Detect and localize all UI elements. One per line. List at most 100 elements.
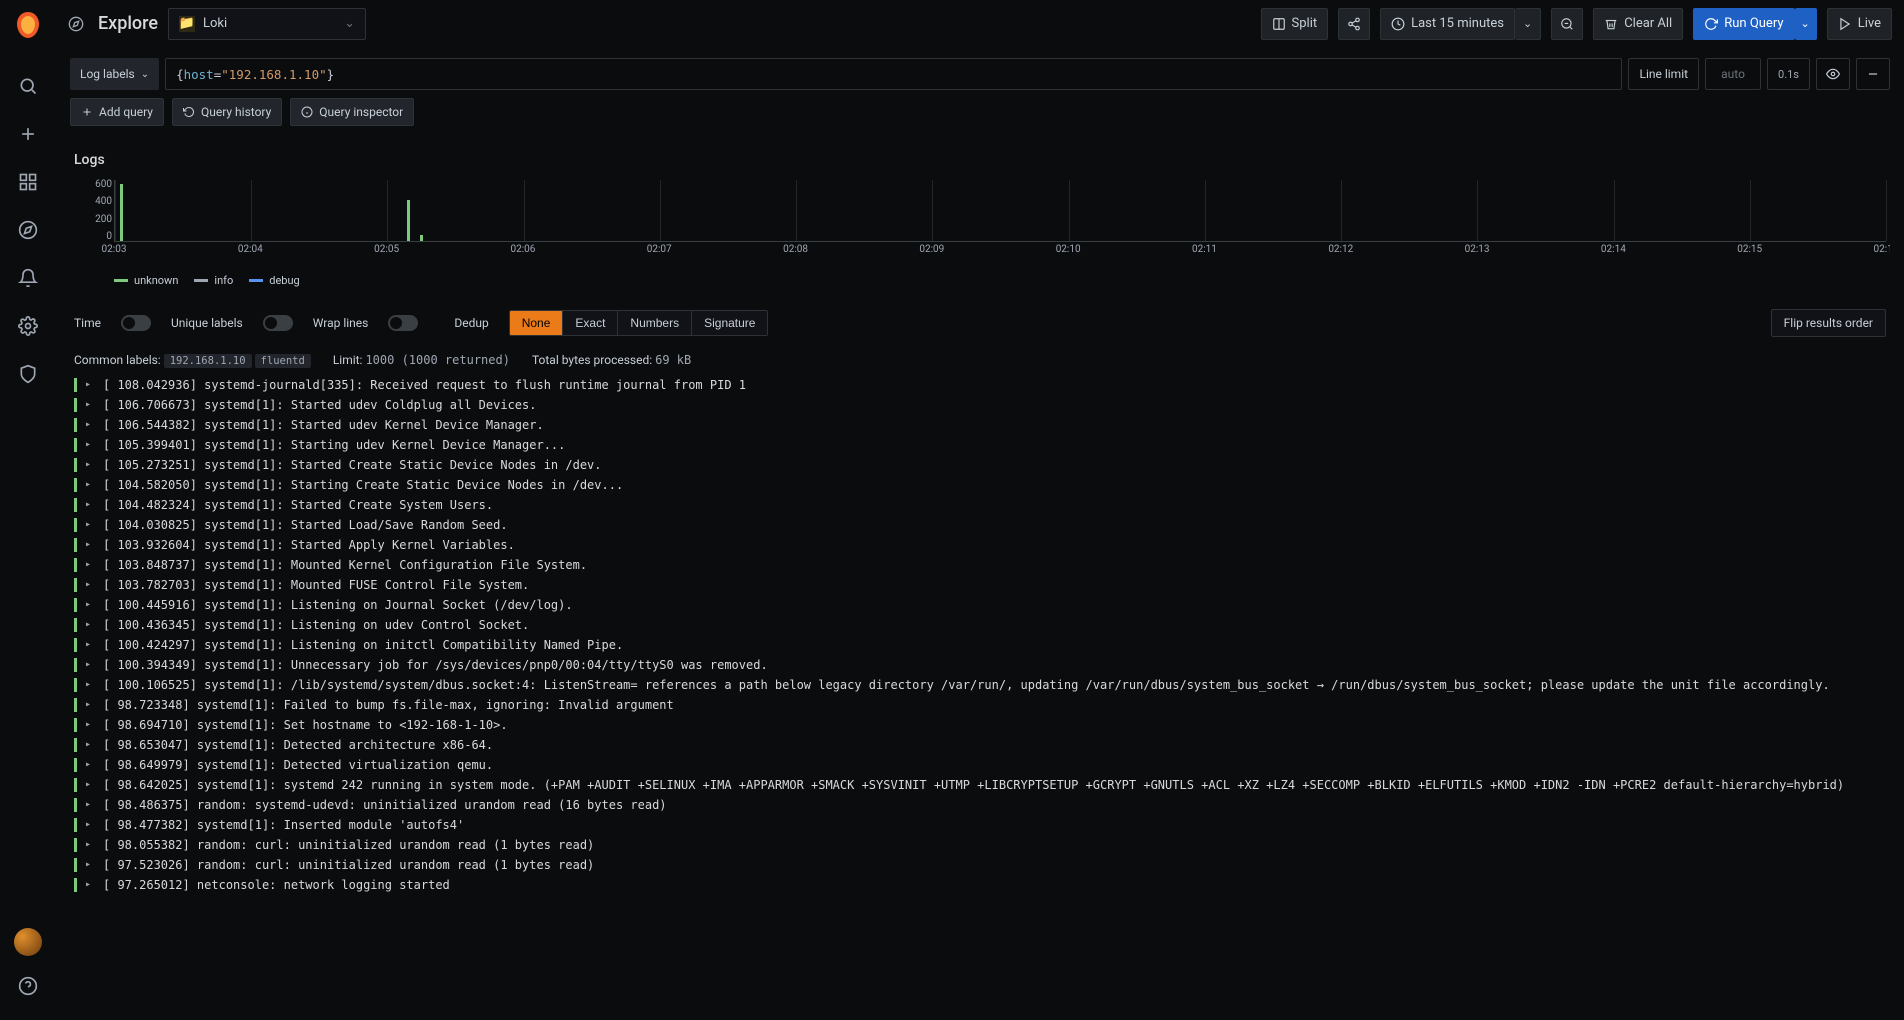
time-toggle[interactable] xyxy=(121,315,151,331)
expand-caret-icon[interactable]: ▸ xyxy=(85,575,95,595)
expand-caret-icon[interactable]: ▸ xyxy=(85,595,95,615)
configuration-icon[interactable] xyxy=(8,306,48,346)
log-line[interactable]: ▸[ 104.482324] systemd[1]: Started Creat… xyxy=(70,495,1884,515)
log-labels-button[interactable]: Log labels ⌄ xyxy=(70,58,159,90)
expand-caret-icon[interactable]: ▸ xyxy=(85,795,95,815)
expand-caret-icon[interactable]: ▸ xyxy=(85,655,95,675)
grafana-logo[interactable] xyxy=(12,10,44,42)
expand-caret-icon[interactable]: ▸ xyxy=(85,515,95,535)
log-text: [ 98.649979] systemd[1]: Detected virtua… xyxy=(103,755,1880,775)
help-icon[interactable] xyxy=(8,966,48,1006)
query-input[interactable]: {host="192.168.1.10"} xyxy=(165,58,1622,90)
chart-y-axis: 6004002000 xyxy=(74,180,112,242)
dedup-option[interactable]: None xyxy=(510,311,563,335)
log-line[interactable]: ▸[ 98.642025] systemd[1]: systemd 242 ru… xyxy=(70,775,1884,795)
expand-caret-icon[interactable]: ▸ xyxy=(85,875,95,895)
expand-caret-icon[interactable]: ▸ xyxy=(85,815,95,835)
line-limit-input[interactable]: auto xyxy=(1705,58,1761,90)
run-query-dropdown[interactable]: ⌄ xyxy=(1795,8,1817,40)
expand-caret-icon[interactable]: ▸ xyxy=(85,395,95,415)
dashboards-icon[interactable] xyxy=(8,162,48,202)
log-line[interactable]: ▸[ 97.265012] netconsole: network loggin… xyxy=(70,875,1884,895)
split-button[interactable]: Split xyxy=(1261,8,1329,40)
live-button[interactable]: Live xyxy=(1827,8,1892,40)
expand-caret-icon[interactable]: ▸ xyxy=(85,675,95,695)
log-text: [ 97.523026] random: curl: uninitialized… xyxy=(103,855,1880,875)
query-history-button[interactable]: Query history xyxy=(172,98,282,126)
chart-plot-area[interactable] xyxy=(114,180,1886,242)
remove-query-button[interactable] xyxy=(1856,58,1890,90)
expand-caret-icon[interactable]: ▸ xyxy=(85,555,95,575)
expand-caret-icon[interactable]: ▸ xyxy=(85,475,95,495)
search-icon[interactable] xyxy=(8,66,48,106)
wrap-lines-toggle[interactable] xyxy=(388,315,418,331)
log-line[interactable]: ▸[ 108.042936] systemd-journald[335]: Re… xyxy=(70,375,1884,395)
timerange-button[interactable]: Last 15 minutes xyxy=(1380,8,1515,40)
log-line[interactable]: ▸[ 104.582050] systemd[1]: Starting Crea… xyxy=(70,475,1884,495)
log-line[interactable]: ▸[ 98.694710] systemd[1]: Set hostname t… xyxy=(70,715,1884,735)
datasource-select[interactable]: 📁 Loki ⌄ xyxy=(168,8,366,40)
log-line[interactable]: ▸ [ 97.523026] random: curl: uninitialize… xyxy=(70,855,1884,875)
dedup-option[interactable]: Signature xyxy=(691,311,767,335)
log-line[interactable]: ▸[ 103.848737] systemd[1]: Mounted Kerne… xyxy=(70,555,1884,575)
log-line[interactable]: ▸[ 100.424297] systemd[1]: Listening on … xyxy=(70,635,1884,655)
expand-caret-icon[interactable]: ▸ xyxy=(85,835,95,855)
expand-caret-icon[interactable]: ▸ xyxy=(85,375,95,395)
expand-caret-icon[interactable]: ▸ xyxy=(85,435,95,455)
log-line[interactable]: ▸[ 105.273251] systemd[1]: Started Creat… xyxy=(70,455,1884,475)
log-line[interactable]: ▸[ 98.723348] systemd[1]: Failed to bump… xyxy=(70,695,1884,715)
avatar[interactable] xyxy=(14,928,42,956)
log-line[interactable]: ▸[ 98.486375] random: systemd-udevd: uni… xyxy=(70,795,1884,815)
legend-item[interactable]: unknown xyxy=(114,274,178,287)
log-line[interactable]: ▸[ 100.106525] systemd[1]: /lib/systemd/… xyxy=(70,675,1884,695)
server-admin-icon[interactable] xyxy=(8,354,48,394)
toggle-visibility-button[interactable] xyxy=(1816,58,1850,90)
log-line[interactable]: ▸ [ 98.649979] systemd[1]: Detected virtu… xyxy=(70,755,1884,775)
explore-icon[interactable] xyxy=(8,210,48,250)
expand-caret-icon[interactable]: ▸ xyxy=(85,415,95,435)
unique-labels-toggle[interactable] xyxy=(263,315,293,331)
expand-caret-icon[interactable]: ▸ xyxy=(85,695,95,715)
dedup-option[interactable]: Numbers xyxy=(617,311,691,335)
log-line[interactable]: ▸[ 100.445916] systemd[1]: Listening on … xyxy=(70,595,1884,615)
expand-caret-icon[interactable]: ▸ xyxy=(85,495,95,515)
expand-caret-icon[interactable]: ▸ xyxy=(85,775,95,795)
expand-caret-icon[interactable]: ▸ xyxy=(85,755,95,775)
add-query-button[interactable]: Add query xyxy=(70,98,164,126)
flip-results-button[interactable]: Flip results order xyxy=(1771,309,1886,337)
expand-caret-icon[interactable]: ▸ xyxy=(85,615,95,635)
legend-item[interactable]: debug xyxy=(249,274,299,287)
log-level-bar xyxy=(74,638,77,652)
log-line[interactable]: ▸[ 100.436345] systemd[1]: Listening on … xyxy=(70,615,1884,635)
log-line[interactable]: ▸[ 98.055382] random: curl: uninitialize… xyxy=(70,835,1884,855)
panel-title: Logs xyxy=(74,152,1886,168)
expand-caret-icon[interactable]: ▸ xyxy=(85,735,95,755)
log-line[interactable]: ▸[ 100.394349] systemd[1]: Unnecessary j… xyxy=(70,655,1884,675)
log-line[interactable]: ▸[ 98.653047] systemd[1]: Detected archi… xyxy=(70,735,1884,755)
log-line[interactable]: ▸[ 103.932604] systemd[1]: Started Apply… xyxy=(70,535,1884,555)
alerting-icon[interactable] xyxy=(8,258,48,298)
expand-caret-icon[interactable]: ▸ xyxy=(85,455,95,475)
expand-caret-icon[interactable]: ▸ xyxy=(85,635,95,655)
expand-caret-icon[interactable]: ▸ xyxy=(85,715,95,735)
zoom-out-button[interactable] xyxy=(1551,8,1583,40)
legend-item[interactable]: info xyxy=(194,274,233,287)
log-line[interactable]: ▸[ 104.030825] systemd[1]: Started Load/… xyxy=(70,515,1884,535)
log-list[interactable]: ▸[ 108.042936] systemd-journald[335]: Re… xyxy=(70,375,1890,1020)
timerange-chevron[interactable]: ⌄ xyxy=(1515,8,1541,40)
clear-all-button[interactable]: Clear All xyxy=(1593,8,1683,40)
dedup-option[interactable]: Exact xyxy=(562,311,617,335)
compass-icon xyxy=(68,16,84,32)
log-line[interactable]: ▸[ 103.782703] systemd[1]: Mounted FUSE … xyxy=(70,575,1884,595)
log-line[interactable]: ▸[ 98.477382] systemd[1]: Inserted modul… xyxy=(70,815,1884,835)
expand-caret-icon[interactable]: ▸ xyxy=(85,855,95,875)
log-level-bar xyxy=(74,838,77,852)
log-line[interactable]: ▸[ 106.544382] systemd[1]: Started udev … xyxy=(70,415,1884,435)
query-inspector-button[interactable]: Query inspector xyxy=(290,98,414,126)
plus-icon[interactable] xyxy=(8,114,48,154)
log-line[interactable]: ▸[ 105.399401] systemd[1]: Starting udev… xyxy=(70,435,1884,455)
log-line[interactable]: ▸[ 106.706673] systemd[1]: Started udev … xyxy=(70,395,1884,415)
expand-caret-icon[interactable]: ▸ xyxy=(85,535,95,555)
share-button[interactable] xyxy=(1338,8,1370,40)
run-query-button[interactable]: Run Query xyxy=(1693,8,1794,40)
